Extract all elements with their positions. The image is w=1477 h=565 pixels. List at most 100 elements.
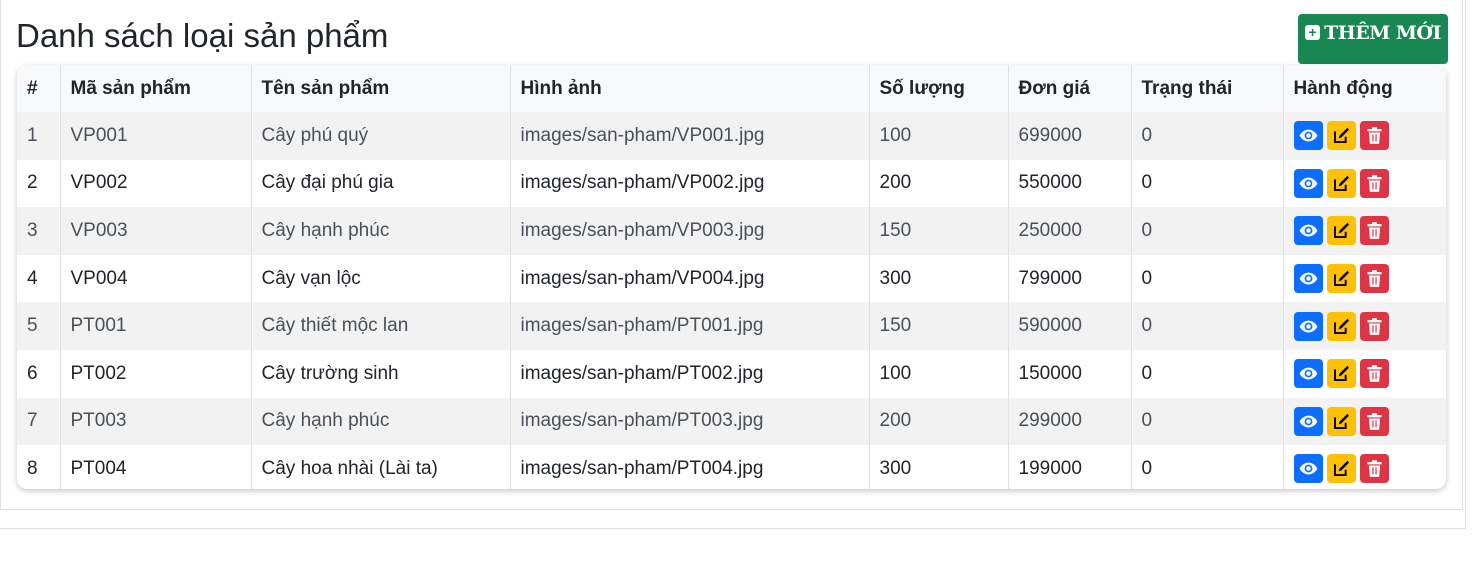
product-unit-price: 699000 (1008, 112, 1132, 160)
eye-icon (1299, 412, 1318, 431)
row-actions (1283, 112, 1446, 160)
product-code: PT003 (60, 397, 252, 446)
table-row: 3 VP003 Cây hạnh phúc images/san-pham/VP003… (17, 207, 1446, 255)
eye-icon (1299, 126, 1318, 145)
row-actions (1283, 445, 1446, 489)
view-button[interactable] (1293, 454, 1323, 484)
row-actions (1283, 255, 1446, 303)
table-header-row: # Mã sản phẩm Tên sản phẩm Hình ảnh Số lượng… (17, 65, 1446, 112)
eye-icon (1299, 459, 1318, 478)
edit-button[interactable] (1326, 121, 1356, 151)
product-name: Cây trường sinh (251, 349, 511, 398)
row-actions (1283, 160, 1446, 208)
row-actions (1283, 302, 1446, 350)
product-unit-price: 250000 (1008, 207, 1132, 255)
product-code: VP003 (60, 207, 252, 255)
product-quantity: 100 (869, 349, 1009, 398)
edit-button[interactable] (1326, 359, 1356, 389)
edit-button[interactable] (1326, 454, 1356, 484)
edit-icon (1332, 174, 1351, 193)
eye-icon (1299, 174, 1318, 193)
row-index: 3 (17, 207, 61, 255)
row-index: 8 (17, 445, 61, 489)
product-image-path: images/san-pham/VP001.jpg (510, 112, 870, 160)
delete-button[interactable] (1359, 121, 1389, 151)
product-status: 0 (1131, 445, 1284, 489)
product-status: 0 (1131, 254, 1284, 303)
product-status: 0 (1131, 302, 1284, 350)
header-col-image: Hình ảnh (510, 65, 870, 112)
row-actions (1283, 350, 1446, 398)
eye-icon (1299, 317, 1318, 336)
header-col-product-name: Tên sản phẩm (251, 65, 511, 112)
plus-square-icon: + (1305, 25, 1321, 40)
eye-icon (1299, 269, 1318, 288)
delete-button[interactable] (1359, 216, 1389, 246)
trash-icon (1365, 174, 1384, 193)
product-table-container: # Mã sản phẩm Tên sản phẩm Hình ảnh Số lượng… (17, 65, 1446, 489)
eye-icon (1299, 221, 1318, 240)
delete-button[interactable] (1359, 406, 1389, 436)
table-row: 5 PT001 Cây thiết mộc lan images/san-pham/P… (17, 302, 1446, 350)
table-row: 1 VP001 Cây phú quý images/san-pham/VP001.j… (17, 112, 1446, 160)
edit-button[interactable] (1326, 168, 1356, 198)
product-image-path: images/san-pham/VP002.jpg (510, 159, 870, 208)
product-name: Cây đại phú gia (251, 159, 511, 208)
table-row: 6 PT002 Cây trường sinh images/san-pham/PT0… (17, 349, 1446, 398)
view-button[interactable] (1293, 406, 1323, 436)
trash-icon (1365, 412, 1384, 431)
delete-button[interactable] (1359, 454, 1389, 484)
edit-button[interactable] (1326, 406, 1356, 436)
header-col-unit-price: Đơn giá (1008, 65, 1132, 112)
product-quantity: 200 (869, 159, 1009, 208)
trash-icon (1365, 459, 1384, 478)
product-image-path: images/san-pham/PT002.jpg (510, 349, 870, 398)
row-index: 4 (17, 254, 61, 303)
product-code: VP001 (60, 112, 252, 160)
header-col-quantity: Số lượng (869, 65, 1009, 112)
header-col-index: # (17, 65, 61, 112)
product-code: VP002 (60, 159, 252, 208)
product-status: 0 (1131, 159, 1284, 208)
content-panel: Danh sách loại sản phẩm + THÊM MỚI # Mã s… (0, 0, 1463, 510)
header-col-product-code: Mã sản phẩm (60, 65, 252, 112)
delete-button[interactable] (1359, 264, 1389, 294)
view-button[interactable] (1293, 216, 1323, 246)
trash-icon (1365, 269, 1384, 288)
product-status: 0 (1131, 112, 1284, 160)
view-button[interactable] (1293, 168, 1323, 198)
view-button[interactable] (1293, 311, 1323, 341)
product-quantity: 300 (869, 254, 1009, 303)
edit-icon (1332, 317, 1351, 336)
delete-button[interactable] (1359, 311, 1389, 341)
table-body: 1 VP001 Cây phú quý images/san-pham/VP001.j… (17, 112, 1446, 489)
edit-button[interactable] (1326, 311, 1356, 341)
add-new-button[interactable]: + THÊM MỚI (1298, 14, 1448, 64)
edit-icon (1332, 126, 1351, 145)
edit-icon (1332, 412, 1351, 431)
product-quantity: 150 (869, 207, 1009, 255)
edit-icon (1332, 269, 1351, 288)
view-button[interactable] (1293, 264, 1323, 294)
trash-icon (1365, 221, 1384, 240)
product-name: Cây hoa nhài (Lài ta) (251, 445, 511, 489)
product-quantity: 300 (869, 445, 1009, 489)
product-image-path: images/san-pham/PT004.jpg (510, 445, 870, 489)
edit-button[interactable] (1326, 264, 1356, 294)
delete-button[interactable] (1359, 359, 1389, 389)
product-image-path: images/san-pham/PT001.jpg (510, 302, 870, 350)
edit-button[interactable] (1326, 216, 1356, 246)
row-index: 6 (17, 349, 61, 398)
delete-button[interactable] (1359, 168, 1389, 198)
row-index: 5 (17, 302, 61, 350)
view-button[interactable] (1293, 359, 1323, 389)
product-image-path: images/san-pham/PT003.jpg (510, 397, 870, 446)
table-row: 4 VP004 Cây vạn lộc images/san-pham/VP004.j… (17, 254, 1446, 303)
page-title: Danh sách loại sản phẩm (16, 17, 389, 54)
product-unit-price: 150000 (1008, 349, 1132, 398)
view-button[interactable] (1293, 121, 1323, 151)
product-name: Cây thiết mộc lan (251, 302, 511, 350)
product-code: PT004 (60, 445, 252, 489)
product-name: Cây phú quý (251, 112, 511, 160)
row-actions (1283, 397, 1446, 446)
